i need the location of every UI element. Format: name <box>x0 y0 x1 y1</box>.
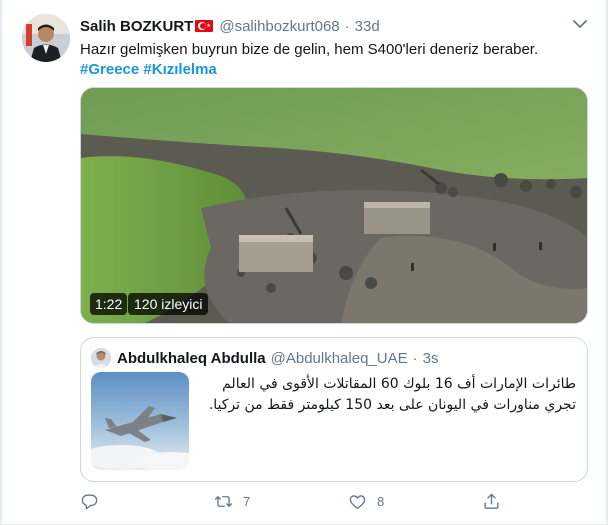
video-thumbnail <box>81 88 587 323</box>
turkish-flag-icon: ★ <box>195 20 214 32</box>
header-separator: · <box>344 17 350 35</box>
quoted-avatar[interactable] <box>91 348 111 368</box>
avatar[interactable] <box>22 14 70 62</box>
video-player[interactable] <box>80 87 588 324</box>
reply-button[interactable] <box>80 490 109 512</box>
quoted-timestamp[interactable]: 3s <box>423 350 439 367</box>
retweet-icon <box>214 495 233 507</box>
tweet-timestamp[interactable]: 33d <box>355 18 380 35</box>
quoted-text-line-2: تجري مناورات في اليونان على بعد 150 كيلو… <box>208 397 576 413</box>
like-count: 8 <box>377 493 385 509</box>
tweet-hashtags: #Greece #Kızılelma <box>80 60 217 80</box>
more-chevron-icon[interactable] <box>570 18 590 32</box>
quoted-jet-image[interactable] <box>91 372 189 470</box>
video-duration: 1:22 <box>90 293 128 315</box>
timeline-border-left <box>0 0 2 525</box>
like-icon <box>349 494 366 509</box>
tweet-text: Hazır gelmişken buyrun bize de gelin, he… <box>80 41 539 58</box>
display-name[interactable]: Salih BOZKURT <box>80 18 193 35</box>
quoted-text-line-1: طائرات الإمارات أف 16 بلوك 60 المقاتلات … <box>222 376 576 392</box>
user-handle[interactable]: @salihbozkurt068 <box>219 18 339 35</box>
hashtag-greece[interactable]: #Greece <box>80 61 139 78</box>
quoted-tweet-text: طائرات الإمارات أف 16 بلوك 60 المقاتلات … <box>201 374 576 416</box>
retweet-count: 7 <box>243 493 251 509</box>
share-button[interactable] <box>482 490 511 512</box>
like-button[interactable]: 8 <box>348 490 384 512</box>
hashtag-kizilelma[interactable]: #Kızılelma <box>143 61 216 78</box>
reply-icon <box>81 493 98 509</box>
quoted-display-name[interactable]: Abdulkhaleq Abdulla <box>117 350 266 367</box>
video-view-count: 120 izleyici <box>128 293 209 315</box>
tweet-header: Salih BOZKURT ★ @salihbozkurt068 · 33d <box>80 16 380 36</box>
quoted-tweet[interactable]: Abdulkhaleq Abdulla @Abdulkhaleq_UAE · 3… <box>80 337 588 482</box>
retweet-button[interactable]: 7 <box>214 490 250 512</box>
quoted-handle[interactable]: @Abdulkhaleq_UAE <box>271 350 408 367</box>
tweet-actions: 7 8 <box>80 490 500 512</box>
quoted-separator: · <box>412 349 418 367</box>
share-icon <box>484 493 499 509</box>
quoted-header: Abdulkhaleq Abdulla @Abdulkhaleq_UAE · 3… <box>117 348 438 368</box>
